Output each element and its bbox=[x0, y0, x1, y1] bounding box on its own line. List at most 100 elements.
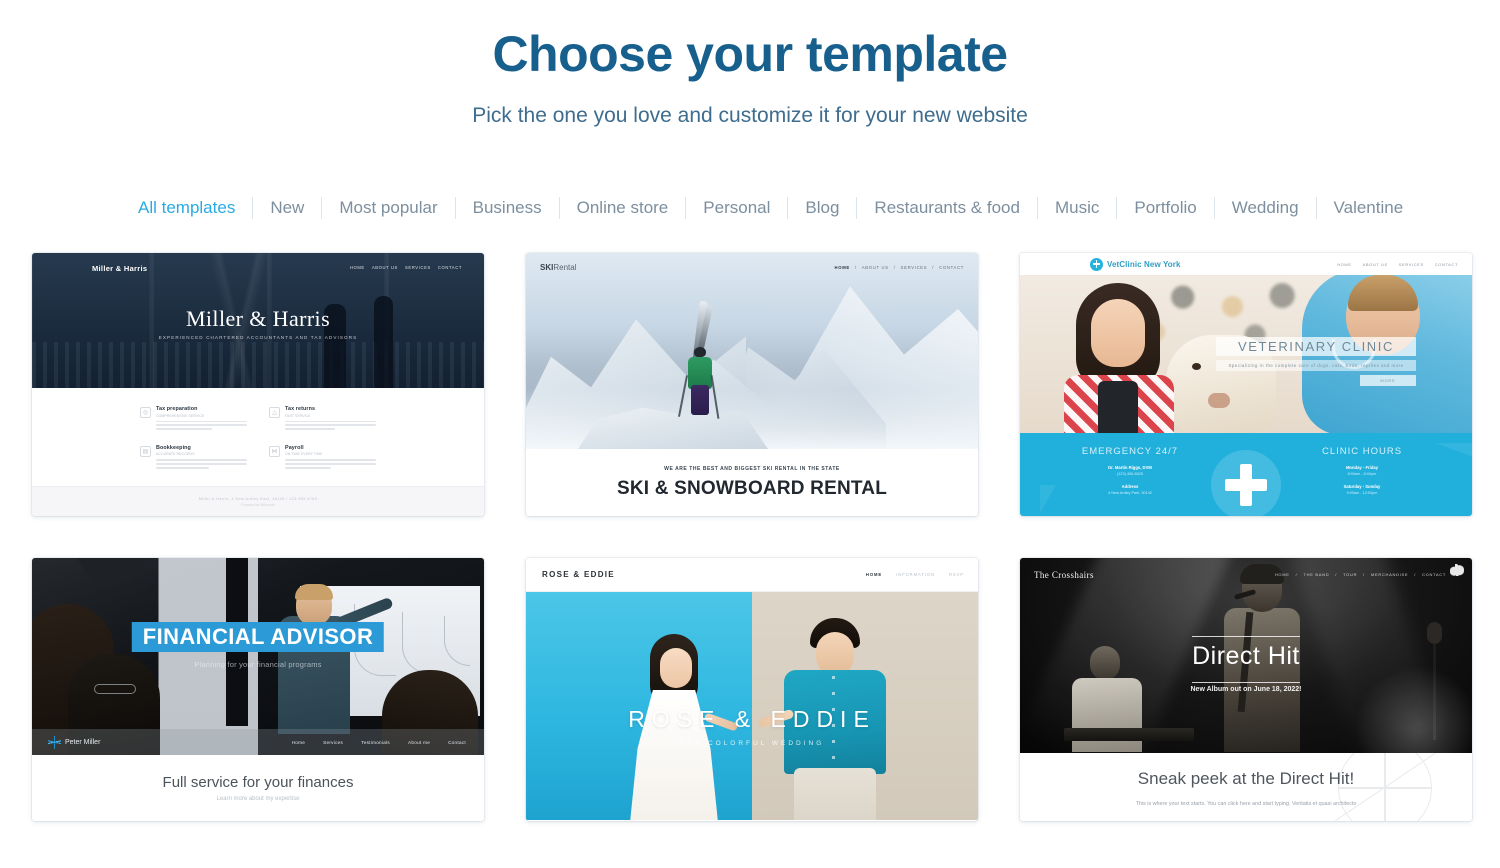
tab-music[interactable]: Music bbox=[1036, 197, 1116, 219]
nav-item-rsvp: RSVP bbox=[948, 572, 964, 577]
site-footer: EMERGENCY 24/7 Dr. Martin Riggs, DVM (12… bbox=[1020, 433, 1472, 516]
tab-blog[interactable]: Blog bbox=[787, 197, 856, 219]
template-card-ski-rental[interactable]: SKIRental HOME / ABOUT US / SERVICES / C… bbox=[526, 253, 978, 516]
footer-row-bold: Dr. Martin Riggs, DVM bbox=[1108, 465, 1152, 470]
skier-figure bbox=[678, 300, 724, 423]
body-heading: Full service for your finances bbox=[162, 774, 354, 791]
site-logo: Peter Miller bbox=[48, 735, 100, 749]
site-nav: HOME INFORMATION RSVP bbox=[866, 572, 964, 577]
footer-column-emergency: EMERGENCY 24/7 Dr. Martin Riggs, DVM (12… bbox=[1055, 446, 1205, 495]
hero-title: Miller & Harris bbox=[185, 306, 331, 331]
site-nav: HOME / ABOUT US / SERVICES / CONTACT bbox=[835, 265, 964, 270]
services-row: ▤ Bookkeeping ACCURATE RECORDS ⋈ Payroll… bbox=[140, 445, 376, 471]
nav-separator: / bbox=[854, 265, 857, 270]
site-logo: SKIRental bbox=[540, 263, 576, 272]
divider-line bbox=[1192, 636, 1300, 637]
tab-portfolio[interactable]: Portfolio bbox=[1116, 197, 1213, 219]
divider-line bbox=[1192, 682, 1300, 683]
book-icon: ▤ bbox=[140, 445, 151, 457]
body-section: Sneak peek at the Direct Hit! This is wh… bbox=[1020, 753, 1472, 821]
service-item: ◎ Tax preparation COMPREHENSIVE SERVICE bbox=[140, 406, 247, 432]
template-thumbnail: VetClinic New York HOME ABOUT US SERVICE… bbox=[1020, 253, 1472, 516]
nav-item-services: Services bbox=[323, 739, 344, 745]
site-logo: ROSE & EDDIE bbox=[542, 570, 615, 579]
footer-column-hours: CLINIC HOURS Monday - Friday 8:00am - 8:… bbox=[1287, 446, 1437, 495]
nav-item-information: INFORMATION bbox=[896, 572, 935, 577]
nav-item-home: Home bbox=[291, 739, 306, 745]
site-nav: Home Services Testimonials About me Cont… bbox=[292, 740, 466, 745]
tab-personal[interactable]: Personal bbox=[685, 197, 787, 219]
client-figure bbox=[1058, 283, 1178, 433]
tagline: WE ARE THE BEST AND BIGGEST SKI RENTAL I… bbox=[664, 465, 840, 472]
service-subtitle: COMPREHENSIVE SERVICE bbox=[156, 413, 205, 418]
nav-item-merchandise: MERCHANDISE bbox=[1370, 572, 1409, 577]
page-title: Choose your template bbox=[492, 26, 1008, 82]
services-section: ◎ Tax preparation COMPREHENSIVE SERVICE … bbox=[32, 388, 484, 486]
main-heading: SKI & SNOWBOARD RENTAL bbox=[616, 477, 888, 499]
tab-most-popular[interactable]: Most popular bbox=[321, 197, 454, 219]
nav-item-about: ABOUT US bbox=[1362, 261, 1388, 267]
service-text-placeholder bbox=[285, 420, 376, 430]
template-card-the-crosshairs[interactable]: The Crosshairs HOME / THE BAND / TOUR / … bbox=[1020, 558, 1472, 821]
hero-banner: VETERINARY CLINIC Specializing in the co… bbox=[1216, 337, 1416, 386]
services-row: ◎ Tax preparation COMPREHENSIVE SERVICE … bbox=[140, 406, 376, 432]
nav-item-home: HOME bbox=[1274, 572, 1290, 577]
logo-bold: SKI bbox=[540, 263, 554, 272]
site-nav-bar: Peter Miller Home Services Testimonials … bbox=[32, 729, 484, 755]
hero-subtitle: Planning for your financial programs bbox=[194, 660, 322, 669]
nav-item-contact: CONTACT bbox=[1422, 572, 1446, 577]
site-logo: Miller & Harris bbox=[92, 264, 148, 273]
hero-subtitle: EXPERIENCED CHARTERED ACCOUNTANTS AND TA… bbox=[158, 335, 358, 340]
hero-section: FINANCIAL ADVISOR Planning for your fina… bbox=[32, 558, 484, 755]
template-thumbnail: Miller & Harris HOME ABOUT US SERVICES C… bbox=[32, 253, 484, 516]
body-heading: Sneak peek at the Direct Hit! bbox=[1137, 769, 1355, 788]
nav-item-home: HOME bbox=[1337, 261, 1352, 267]
stage-smoke bbox=[1352, 663, 1472, 753]
footer-row-light: (123) 456-8525 bbox=[1117, 472, 1143, 476]
tab-restaurants-food[interactable]: Restaurants & food bbox=[856, 197, 1037, 219]
banner-title: VETERINARY CLINIC bbox=[1216, 337, 1416, 356]
template-thumbnail: FINANCIAL ADVISOR Planning for your fina… bbox=[32, 558, 484, 821]
service-title: Tax preparation bbox=[156, 406, 198, 412]
nav-separator: / bbox=[1295, 572, 1298, 577]
nav-item-services: SERVICES bbox=[900, 265, 928, 270]
site-logo: VetClinic New York bbox=[1090, 257, 1181, 271]
hero-section: SKIRental HOME / ABOUT US / SERVICES / C… bbox=[526, 253, 978, 449]
hero-section: ROSE & EDDIE OUR COLORFUL WEDDING bbox=[526, 592, 978, 820]
footer-cross-icon bbox=[1211, 450, 1281, 516]
footer-row-bold: Saturday - Sunday bbox=[1343, 484, 1381, 489]
tab-new[interactable]: New bbox=[252, 197, 321, 219]
site-nav: HOME / THE BAND / TOUR / MERCHANDISE / C… bbox=[1275, 572, 1446, 577]
template-grid: Miller & Harris HOME ABOUT US SERVICES C… bbox=[32, 253, 1500, 821]
tab-wedding[interactable]: Wedding bbox=[1213, 197, 1316, 219]
footer-row-bold: Monday - Friday bbox=[1345, 465, 1379, 470]
template-card-vetclinic[interactable]: VetClinic New York HOME ABOUT US SERVICE… bbox=[1020, 253, 1472, 516]
drop-icon: △ bbox=[269, 407, 280, 418]
service-item: ⋈ Payroll ON TIME EVERY TIME bbox=[269, 445, 376, 471]
hero-title: ROSE & EDDIE bbox=[628, 706, 876, 732]
dog-eye bbox=[1192, 363, 1201, 370]
service-title: Tax returns bbox=[285, 406, 316, 412]
site-header: ROSE & EDDIE HOME INFORMATION RSVP bbox=[526, 558, 978, 592]
body-text: This is where your text starts. You can … bbox=[1135, 801, 1357, 807]
template-gallery-page: Choose your template Pick the one you lo… bbox=[0, 0, 1500, 868]
template-card-rose-eddie[interactable]: ROSE & EDDIE HOME INFORMATION RSVP ROSE … bbox=[526, 558, 978, 821]
bird-icon bbox=[1450, 564, 1464, 576]
body-subheading: Learn more about my expertise bbox=[216, 796, 300, 802]
tab-valentine[interactable]: Valentine bbox=[1315, 197, 1421, 219]
template-thumbnail: SKIRental HOME / ABOUT US / SERVICES / C… bbox=[526, 253, 978, 516]
nav-item-about: ABOUT US bbox=[371, 265, 398, 270]
tab-business[interactable]: Business bbox=[454, 197, 559, 219]
skyline-graphic bbox=[32, 342, 484, 388]
hero-title: FINANCIAL ADVISOR bbox=[131, 622, 385, 652]
service-subtitle: ON TIME EVERY TIME bbox=[285, 452, 323, 457]
template-card-financial-advisor[interactable]: FINANCIAL ADVISOR Planning for your fina… bbox=[32, 558, 484, 821]
tab-online-store[interactable]: Online store bbox=[558, 197, 686, 219]
nav-item-testimonials: Testimonials bbox=[361, 739, 390, 745]
site-footer: Miller & Harris, 4 New Ardley East, 3810… bbox=[32, 486, 484, 516]
nav-separator: / bbox=[932, 265, 935, 270]
tab-all-templates[interactable]: All templates bbox=[138, 197, 252, 219]
nav-item-contact: CONTACT bbox=[1434, 261, 1458, 267]
template-card-miller-harris[interactable]: Miller & Harris HOME ABOUT US SERVICES C… bbox=[32, 253, 484, 516]
banner-subtitle: Specializing in the complete care of dog… bbox=[1216, 360, 1416, 371]
